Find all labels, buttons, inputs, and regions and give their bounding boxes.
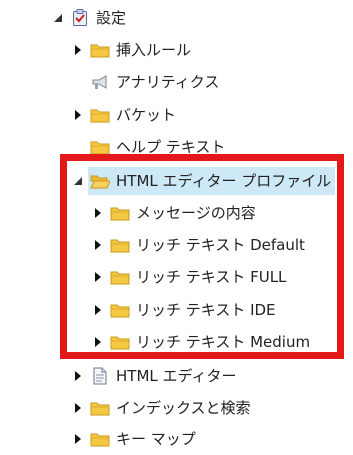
content-tree: 設定 挿入ルール アナリティクス バケット ヘルプ テキスト HTML エディタ… — [0, 0, 353, 455]
tree-node-message-content[interactable]: メッセージの内容 — [92, 199, 258, 227]
tree-node-label: ヘルプ テキスト — [116, 138, 226, 156]
collapsed-arrow-icon[interactable] — [92, 207, 104, 219]
tree-node-analytics[interactable]: アナリティクス — [72, 68, 221, 96]
tree-node-label: 挿入ルール — [116, 41, 192, 59]
expanded-arrow-icon[interactable] — [72, 175, 84, 187]
toggle-spacer — [72, 76, 84, 88]
folder-icon — [90, 41, 110, 59]
collapsed-arrow-icon[interactable] — [72, 433, 84, 445]
collapsed-arrow-icon[interactable] — [92, 336, 104, 348]
folder-icon — [110, 333, 130, 351]
collapsed-arrow-icon[interactable] — [72, 109, 84, 121]
tree-node-rich-text-medium[interactable]: リッチ テキスト Medium — [92, 328, 312, 356]
tree-node-label: バケット — [116, 106, 177, 124]
toggle-spacer — [72, 141, 84, 153]
folder-icon — [90, 399, 110, 417]
expanded-arrow-icon[interactable] — [52, 12, 64, 24]
folder-icon — [110, 268, 130, 286]
settings-checklist-icon — [70, 9, 90, 27]
tree-node-label: リッチ テキスト Medium — [136, 333, 311, 351]
tree-node-bucket[interactable]: バケット — [72, 101, 178, 129]
tree-node-label: 設定 — [96, 9, 127, 27]
tree-node-label: リッチ テキスト FULL — [136, 268, 287, 286]
tree-node-html-editor[interactable]: HTML エディター — [72, 362, 238, 390]
tree-node-help-text[interactable]: ヘルプ テキスト — [72, 133, 227, 161]
tree-node-label: HTML エディター プロファイル — [116, 172, 332, 190]
folder-icon — [90, 106, 110, 124]
tree-node-label: インデックスと検索 — [116, 399, 251, 417]
tree-node-rich-text-ide[interactable]: リッチ テキスト IDE — [92, 296, 278, 324]
folder-icon — [90, 138, 110, 156]
collapsed-arrow-icon[interactable] — [72, 402, 84, 414]
collapsed-arrow-icon[interactable] — [72, 370, 84, 382]
tree-node-label: リッチ テキスト Default — [136, 236, 305, 254]
collapsed-arrow-icon[interactable] — [72, 44, 84, 56]
tree-node-rich-text-full[interactable]: リッチ テキスト FULL — [92, 263, 288, 291]
folder-icon — [110, 236, 130, 254]
tree-node-settings[interactable]: 設定 — [52, 4, 128, 32]
tree-node-insert-rules[interactable]: 挿入ルール — [72, 36, 193, 64]
collapsed-arrow-icon[interactable] — [92, 304, 104, 316]
folder-icon — [110, 204, 130, 222]
document-icon — [90, 367, 110, 385]
tree-node-label: アナリティクス — [116, 73, 220, 91]
tree-node-index-search[interactable]: インデックスと検索 — [72, 394, 253, 422]
tree-node-html-editor-profiles[interactable]: HTML エディター プロファイル — [72, 167, 333, 195]
folder-icon — [110, 301, 130, 319]
tree-node-label: HTML エディター — [116, 367, 237, 385]
megaphone-icon — [90, 73, 110, 91]
collapsed-arrow-icon[interactable] — [92, 239, 104, 251]
collapsed-arrow-icon[interactable] — [92, 271, 104, 283]
tree-node-key-map[interactable]: キー マップ — [72, 425, 198, 453]
tree-node-rich-text-default[interactable]: リッチ テキスト Default — [92, 231, 307, 259]
tree-node-label: リッチ テキスト IDE — [136, 301, 276, 319]
tree-node-label: メッセージの内容 — [136, 204, 256, 222]
tree-node-label: キー マップ — [116, 430, 196, 448]
folder-open-icon — [90, 172, 110, 190]
folder-icon — [90, 430, 110, 448]
